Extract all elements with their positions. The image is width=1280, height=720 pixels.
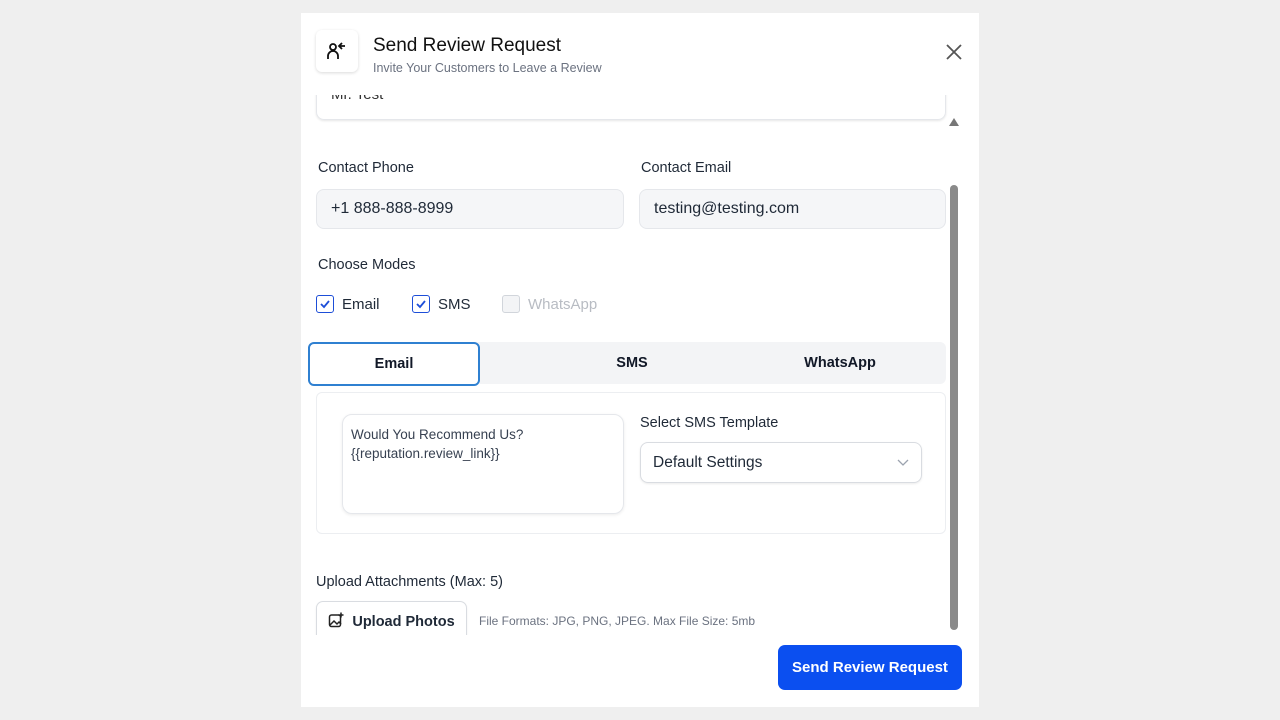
channel-tabs: Email SMS WhatsApp	[308, 342, 946, 384]
contact-email-input[interactable]: testing@testing.com	[639, 189, 946, 229]
tab-email[interactable]: Email	[308, 342, 480, 386]
image-plus-icon	[328, 612, 344, 632]
modal-subtitle: Invite Your Customers to Leave a Review	[373, 61, 602, 75]
upload-photos-label: Upload Photos	[352, 614, 454, 630]
contact-phone-input[interactable]: +1 888-888-8999	[316, 189, 624, 229]
upload-photos-button[interactable]: Upload Photos	[316, 601, 467, 635]
contact-name-field[interactable]: Mr. Test	[316, 95, 946, 120]
sms-template-value: Default Settings	[653, 454, 762, 472]
checkbox-unchecked-icon	[502, 295, 520, 313]
sms-template-select[interactable]: Default Settings	[640, 442, 922, 483]
sms-template-label: Select SMS Template	[640, 415, 778, 431]
message-line: Would You Recommend Us?	[351, 425, 615, 444]
scrollbar[interactable]	[946, 105, 962, 635]
mode-label: WhatsApp	[528, 296, 597, 313]
chevron-down-icon	[897, 454, 909, 472]
tab-sms[interactable]: SMS	[528, 342, 736, 384]
send-review-modal: Send Review Request Invite Your Customer…	[301, 13, 979, 707]
modal-title: Send Review Request	[373, 35, 561, 57]
contact-phone-label: Contact Phone	[318, 160, 414, 176]
mode-whatsapp-checkbox[interactable]: WhatsApp	[502, 295, 597, 313]
upload-hint: File Formats: JPG, PNG, JPEG. Max File S…	[479, 614, 755, 628]
send-review-request-button[interactable]: Send Review Request	[778, 645, 962, 690]
checkbox-checked-icon	[316, 295, 334, 313]
mode-label: SMS	[438, 296, 471, 313]
tab-whatsapp[interactable]: WhatsApp	[736, 342, 944, 384]
scroll-up-icon	[949, 118, 959, 126]
choose-modes-label: Choose Modes	[318, 257, 416, 273]
contact-email-label: Contact Email	[641, 160, 731, 176]
message-textarea[interactable]: Would You Recommend Us? {{reputation.rev…	[342, 414, 624, 514]
user-invite-icon	[316, 30, 358, 72]
checkbox-checked-icon	[412, 295, 430, 313]
mode-sms-checkbox[interactable]: SMS	[412, 295, 471, 313]
close-icon[interactable]	[943, 41, 965, 63]
form-scroll-area: Mr. Test Contact Phone +1 888-888-8999 C…	[301, 95, 979, 635]
message-panel: Would You Recommend Us? {{reputation.rev…	[316, 392, 946, 534]
upload-attachments-label: Upload Attachments (Max: 5)	[316, 574, 503, 590]
scrollbar-thumb[interactable]	[950, 185, 958, 630]
mode-label: Email	[342, 296, 380, 313]
mode-email-checkbox[interactable]: Email	[316, 295, 380, 313]
message-line: {{reputation.review_link}}	[351, 444, 615, 463]
